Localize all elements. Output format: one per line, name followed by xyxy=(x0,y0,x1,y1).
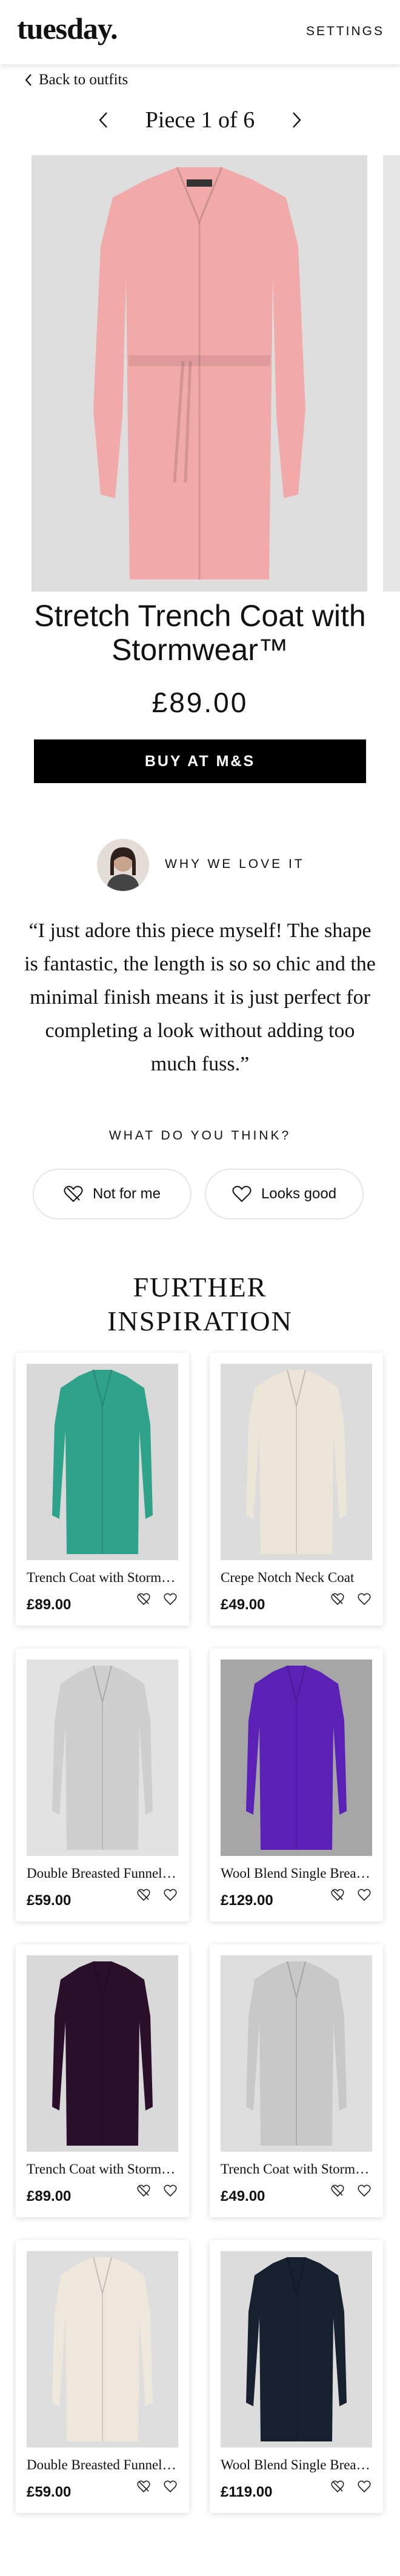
previous-piece-button[interactable] xyxy=(91,108,115,132)
coat-illustration xyxy=(221,1364,372,1560)
product-name: Wool Blend Single Breasted Coat xyxy=(221,1866,372,1881)
broken-heart-icon xyxy=(64,1186,83,1203)
looks-good-label: Looks good xyxy=(261,1186,337,1202)
inspiration-card[interactable]: Double Breasted Funnel Neck Coat £59.00 xyxy=(16,2240,189,2513)
product-name: Double Breasted Funnel Neck Coat xyxy=(27,2457,178,2472)
card-actions xyxy=(137,1889,178,1902)
broken-heart-icon[interactable] xyxy=(331,1889,345,1902)
coat-illustration xyxy=(27,2251,178,2448)
heart-icon[interactable] xyxy=(358,1593,372,1606)
product-price: £89.00 xyxy=(152,687,248,718)
card-actions xyxy=(331,2480,372,2494)
product-thumbnail[interactable] xyxy=(27,1364,178,1560)
product-price: £119.00 xyxy=(221,2484,273,2500)
chevron-right-icon xyxy=(293,112,301,128)
broken-heart-icon[interactable] xyxy=(137,1593,152,1606)
coat-illustration xyxy=(27,1364,178,1560)
product-name: Double Breasted Funnel Neck Coat xyxy=(27,1866,178,1881)
product-price: £129.00 xyxy=(221,1892,273,1909)
heart-icon[interactable] xyxy=(164,2184,178,2198)
product-title: Stretch Trench Coat with Stormwear™ xyxy=(34,599,366,667)
chevron-left-icon xyxy=(25,74,32,86)
product-price: £49.00 xyxy=(221,1597,265,1613)
inspiration-card[interactable]: Wool Blend Single Breasted Coat £119.00 xyxy=(210,2240,383,2513)
broken-heart-icon[interactable] xyxy=(137,1889,152,1902)
not-for-me-label: Not for me xyxy=(92,1186,161,1202)
product-thumbnail[interactable] xyxy=(221,1364,372,1560)
broken-heart-icon[interactable] xyxy=(137,2184,152,2198)
next-piece-button[interactable] xyxy=(285,108,309,132)
heart-icon[interactable] xyxy=(358,2480,372,2494)
trench-coat-illustration xyxy=(32,155,367,592)
inspiration-card[interactable]: Crepe Notch Neck Coat £49.00 xyxy=(210,1353,383,1626)
card-actions xyxy=(331,1889,372,1902)
heart-icon[interactable] xyxy=(164,1889,178,1902)
top-header: tuesday. SETTINGS xyxy=(0,0,400,64)
inspiration-card[interactable]: Trench Coat with Stormwear™ £89.00 xyxy=(16,1353,189,1626)
heart-icon[interactable] xyxy=(358,2184,372,2198)
heading-line-1: FURTHER xyxy=(133,1272,267,1303)
card-actions xyxy=(137,2480,178,2494)
heading-line-2: INSPIRATION xyxy=(107,1306,293,1336)
piece-counter: Piece 1 of 6 xyxy=(145,107,255,133)
product-name: Trench Coat with Stormwear™ xyxy=(27,2161,178,2177)
product-thumbnail[interactable] xyxy=(27,1955,178,2152)
inspiration-card[interactable]: Double Breasted Funnel Neck Coat £59.00 xyxy=(16,1649,189,1921)
product-thumbnail[interactable] xyxy=(221,1660,372,1856)
product-image[interactable] xyxy=(32,155,367,592)
product-price: £59.00 xyxy=(27,2484,72,2500)
card-actions xyxy=(137,1593,178,1606)
broken-heart-icon[interactable] xyxy=(137,2480,152,2494)
further-inspiration-heading: FURTHER INSPIRATION xyxy=(0,1270,400,1338)
tuesday-logo[interactable]: tuesday. xyxy=(17,11,118,46)
stylist-quote: “I just adore this piece myself! The sha… xyxy=(24,919,376,1075)
inspiration-card[interactable]: Trench Coat with Stormwear™ £89.00 xyxy=(16,1944,189,2217)
back-to-outfits-link[interactable]: Back to outfits xyxy=(24,72,128,88)
card-actions xyxy=(331,1593,372,1606)
product-price: £59.00 xyxy=(27,1892,72,1909)
coat-illustration xyxy=(27,1955,178,2152)
stylist-avatar xyxy=(97,839,149,891)
heart-icon[interactable] xyxy=(164,2480,178,2494)
person-icon xyxy=(97,839,149,891)
next-piece-preview[interactable] xyxy=(383,155,400,592)
product-thumbnail[interactable] xyxy=(221,2251,372,2448)
coat-illustration xyxy=(221,2251,372,2448)
settings-link[interactable]: SETTINGS xyxy=(306,24,384,39)
product-thumbnail[interactable] xyxy=(27,1660,178,1856)
broken-heart-icon[interactable] xyxy=(331,2480,345,2494)
coat-illustration xyxy=(221,1955,372,2152)
product-thumbnail[interactable] xyxy=(221,1955,372,2152)
product-price: £89.00 xyxy=(27,1597,72,1613)
feedback-question: WHAT DO YOU THINK? xyxy=(108,1129,292,1143)
back-label: Back to outfits xyxy=(39,72,128,88)
coat-illustration xyxy=(221,1660,372,1856)
why-we-love-it-label: WHY WE LOVE IT xyxy=(165,857,305,871)
buy-button[interactable]: BUY AT M&S xyxy=(34,739,366,783)
card-actions xyxy=(137,2184,178,2198)
coat-illustration xyxy=(27,1660,178,1856)
product-name: Trench Coat with Stormwear™ xyxy=(221,2161,372,2177)
inspiration-card[interactable]: Wool Blend Single Breasted Coat £129.00 xyxy=(210,1649,383,1921)
product-name: Wool Blend Single Breasted Coat xyxy=(221,2457,372,2472)
product-price: £49.00 xyxy=(221,2188,265,2204)
product-thumbnail[interactable] xyxy=(27,2251,178,2448)
inspiration-card[interactable]: Trench Coat with Stormwear™ £49.00 xyxy=(210,1944,383,2217)
not-for-me-button[interactable]: Not for me xyxy=(33,1169,192,1220)
card-actions xyxy=(331,2184,372,2198)
looks-good-button[interactable]: Looks good xyxy=(205,1169,364,1220)
product-name: Trench Coat with Stormwear™ xyxy=(27,1570,178,1585)
chevron-left-icon xyxy=(99,112,107,128)
heart-icon[interactable] xyxy=(358,1889,372,1902)
heart-icon xyxy=(232,1186,252,1203)
heart-icon[interactable] xyxy=(164,1593,178,1606)
piece-pager: Piece 1 of 6 xyxy=(0,107,400,133)
broken-heart-icon[interactable] xyxy=(331,2184,345,2198)
product-price: £89.00 xyxy=(27,2188,72,2204)
broken-heart-icon[interactable] xyxy=(331,1593,345,1606)
product-name: Crepe Notch Neck Coat xyxy=(221,1570,355,1585)
